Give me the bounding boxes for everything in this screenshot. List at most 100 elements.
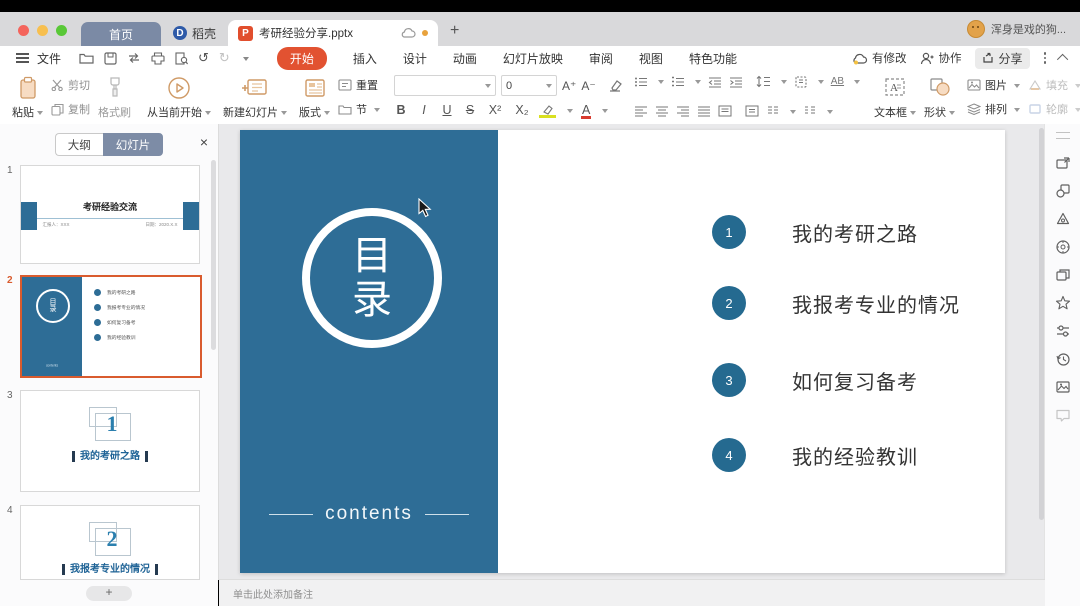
convert-smartart-dropdown-icon[interactable]	[827, 110, 833, 117]
format-painter-button[interactable]: 格式刷	[98, 74, 131, 120]
paste-dropdown-icon[interactable]	[37, 111, 43, 118]
smart-design-icon[interactable]	[1055, 239, 1071, 255]
play-from-current-button[interactable]: 从当前开始	[147, 74, 211, 120]
highlight-color-button[interactable]	[540, 104, 555, 116]
history-icon[interactable]	[1055, 351, 1071, 367]
text-anchor-icon[interactable]	[745, 105, 759, 117]
home-tab[interactable]: 首页	[81, 22, 161, 46]
picture-dropdown-icon[interactable]	[1014, 84, 1020, 91]
new-tab-button[interactable]: +	[450, 22, 459, 40]
new-slide-dropdown-icon[interactable]	[281, 111, 287, 118]
arrange-button[interactable]: 排列	[967, 101, 1020, 117]
section-dropdown-icon[interactable]	[374, 108, 380, 115]
close-window-button[interactable]	[18, 25, 29, 36]
slide-thumbnail-1[interactable]: 1 考研经验交流 汇报人：XXX 日期：2020.X.X	[20, 165, 198, 264]
output-convert-icon[interactable]	[127, 52, 141, 64]
play-dropdown-icon[interactable]	[205, 111, 211, 118]
tab-slideshow[interactable]: 幻灯片放映	[503, 50, 563, 67]
distribute-icon[interactable]	[718, 105, 732, 117]
minimize-window-button[interactable]	[37, 25, 48, 36]
text-direction-icon[interactable]: AB	[831, 76, 844, 87]
italic-button[interactable]: I	[417, 103, 431, 117]
image-pane-icon[interactable]	[1055, 379, 1071, 395]
qat-more-dropdown-icon[interactable]	[243, 57, 249, 64]
toc-item-3[interactable]: 3 如何复习备考	[712, 363, 918, 397]
settings-sliders-icon[interactable]	[1055, 323, 1071, 339]
new-slide-button[interactable]: 新建幻灯片	[223, 74, 287, 120]
layout-button[interactable]: 版式	[299, 74, 330, 120]
tab-design[interactable]: 设计	[403, 50, 427, 67]
user-account[interactable]: 浑身是戏的狗...	[967, 20, 1066, 38]
modified-status[interactable]: 有修改	[851, 50, 907, 66]
font-color-button[interactable]: A	[582, 103, 590, 117]
collapse-ribbon-icon[interactable]	[1057, 54, 1068, 65]
hamburger-menu-icon[interactable]	[16, 57, 29, 59]
slides-tab[interactable]: 幻灯片	[103, 133, 164, 156]
convert-smartart-icon[interactable]	[803, 105, 817, 117]
font-color-dropdown-icon[interactable]	[602, 109, 608, 116]
tab-special-features[interactable]: 特色功能	[689, 50, 737, 67]
underline-button[interactable]: U	[440, 103, 454, 117]
text-direction-dropdown-icon[interactable]	[854, 80, 860, 87]
notes-bar[interactable]: 单击此处添加备注	[219, 579, 1045, 606]
toc-item-1[interactable]: 1 我的考研之路	[712, 215, 918, 249]
decrease-indent-icon[interactable]	[708, 76, 722, 88]
font-size-select[interactable]: 0	[501, 75, 557, 96]
share-button[interactable]: 分享	[975, 48, 1029, 69]
strikethrough-button[interactable]: S	[463, 103, 477, 117]
numbered-list-dropdown-icon[interactable]	[695, 80, 701, 87]
document-tab[interactable]: P 考研经验分享.pptx	[228, 20, 438, 46]
layout-pane-icon[interactable]	[1055, 155, 1071, 171]
subscript-button[interactable]: X₂	[513, 103, 531, 117]
reset-button[interactable]: 重置	[338, 77, 380, 93]
redo-icon[interactable]: ↻	[219, 50, 230, 66]
font-family-select[interactable]	[394, 75, 496, 96]
tab-review[interactable]: 审阅	[589, 50, 613, 67]
slide-teal-panel[interactable]: 目 录 contents	[240, 130, 498, 573]
strip-drag-handle-icon[interactable]	[1056, 132, 1070, 139]
slide-canvas[interactable]: 目 录 contents 1 我的考研之路 2 我报考专业的情况 3 如何复习备	[219, 124, 1045, 580]
section-button[interactable]: 节	[338, 101, 380, 117]
paragraph-spacing-dropdown-icon[interactable]	[818, 80, 824, 87]
file-menu[interactable]: 文件	[37, 50, 61, 67]
columns-icon[interactable]	[766, 105, 780, 117]
add-slide-button[interactable]: +	[86, 586, 132, 601]
slide-thumbnail-2-selected[interactable]: 2 目录 contents 我的考研之路 我报考专业的情况 如何复习备考 我的经…	[20, 275, 198, 378]
layout-dropdown-icon[interactable]	[324, 111, 330, 118]
tab-animation[interactable]: 动画	[453, 50, 477, 67]
line-spacing-icon[interactable]	[756, 75, 771, 88]
shapes-pane-icon[interactable]	[1055, 183, 1071, 199]
undo-icon[interactable]: ↺	[198, 50, 209, 66]
slides-pane-icon[interactable]	[1055, 267, 1071, 283]
shapes-dropdown-icon[interactable]	[949, 111, 955, 118]
effects-icon[interactable]	[1055, 295, 1071, 311]
more-options-icon[interactable]	[1044, 52, 1047, 64]
print-preview-icon[interactable]	[175, 52, 188, 65]
tab-insert[interactable]: 插入	[353, 50, 377, 67]
print-icon[interactable]	[151, 52, 165, 65]
save-file-icon[interactable]	[104, 52, 117, 65]
clear-format-icon[interactable]	[607, 79, 622, 92]
maximize-window-button[interactable]	[56, 25, 67, 36]
slide-thumbnail-3[interactable]: 3 1 我的考研之路	[20, 390, 198, 492]
comments-pane-icon[interactable]	[1055, 407, 1071, 423]
toc-title-circle[interactable]: 目 录	[302, 208, 442, 348]
textbox-dropdown-icon[interactable]	[910, 111, 916, 118]
decrease-font-size-button[interactable]: A⁻	[581, 79, 595, 93]
increase-indent-icon[interactable]	[729, 76, 743, 88]
paragraph-spacing-icon[interactable]	[794, 76, 808, 88]
arrange-dropdown-icon[interactable]	[1014, 108, 1020, 115]
shapes-button[interactable]: 形状	[924, 74, 955, 120]
tab-home-ribbon[interactable]: 开始	[277, 47, 327, 70]
line-spacing-dropdown-icon[interactable]	[781, 80, 787, 87]
copy-button[interactable]: 复制	[51, 101, 90, 117]
columns-dropdown-icon[interactable]	[790, 110, 796, 117]
align-left-icon[interactable]	[634, 105, 648, 117]
bullet-list-icon[interactable]	[634, 76, 648, 88]
toc-item-4[interactable]: 4 我的经验教训	[712, 438, 918, 472]
design-tools-icon[interactable]	[1055, 211, 1071, 227]
align-right-icon[interactable]	[676, 105, 690, 117]
notes-placeholder[interactable]: 单击此处添加备注	[233, 586, 313, 601]
panel-scrollbar[interactable]	[211, 160, 216, 350]
textbox-button[interactable]: A 文本框	[874, 74, 916, 120]
